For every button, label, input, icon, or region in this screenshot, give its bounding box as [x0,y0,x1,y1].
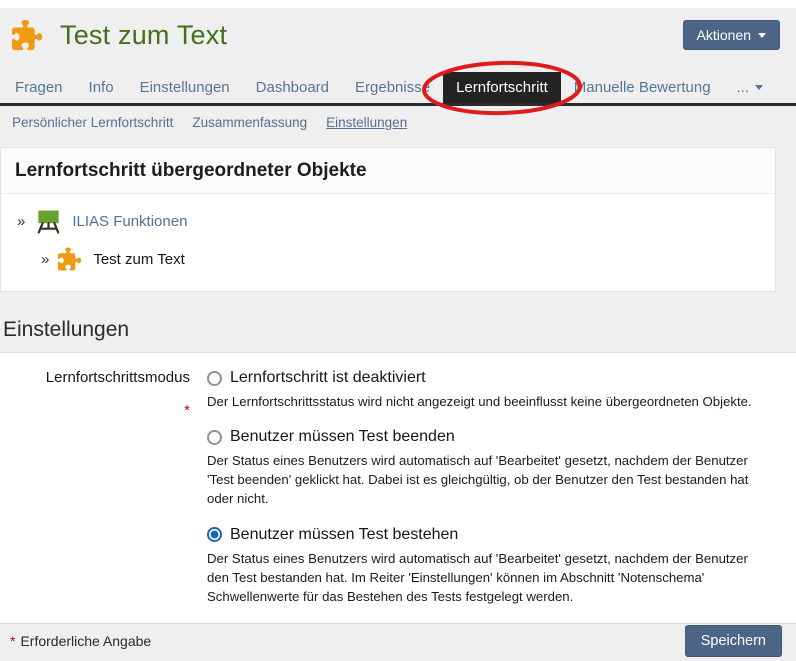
tree-bullet: » [41,251,49,268]
tree-row-ilias-funktionen: » ILIAS Funktionen [1,202,775,241]
option-test-beenden: Benutzer müssen Test beenden Der Status … [207,428,772,508]
option-label[interactable]: Benutzer müssen Test beenden [230,428,455,446]
header: Test zum Text Aktionen [0,8,796,58]
tab-bar: Fragen Info Einstellungen Dashboard Erge… [0,72,796,106]
form-footer: * Erforderliche Angabe Speichern [0,623,796,661]
caret-down-icon [755,85,763,90]
option-label[interactable]: Lernfortschritt ist deaktiviert [230,369,426,387]
subtab-bar: Persönlicher Lernfortschritt Zusammenfas… [0,106,796,141]
tab-einstellungen[interactable]: Einstellungen [127,72,243,103]
page-title: Test zum Text [60,20,227,51]
caret-down-icon [758,33,766,38]
parent-objects-tree: » ILIAS Funktionen » Test zum Text [1,194,775,291]
tree-label-test-zum-text: Test zum Text [93,251,184,268]
form-label-column: Lernfortschrittsmodus * [0,369,207,623]
parent-objects-card: Lernfortschritt übergeordneter Objekte »… [0,147,776,292]
subtab-persoenlicher-lernfortschritt[interactable]: Persönlicher Lernfortschritt [12,115,173,130]
option-label[interactable]: Benutzer müssen Test bestehen [230,526,458,544]
test-puzzle-icon [12,18,46,52]
required-marker: * [0,402,190,419]
tab-overflow-label: ... [737,79,750,96]
tree-row-test-zum-text: » Test zum Text [1,241,775,277]
tab-lernfortschritt-label: Lernfortschritt [456,79,548,96]
option-description: Der Status eines Benutzers wird automati… [207,451,772,508]
required-note: * Erforderliche Angabe [10,633,151,649]
settings-form: Lernfortschrittsmodus * Lernfortschritt … [0,352,796,623]
option-description: Der Lernfortschrittsstatus wird nicht an… [207,392,772,411]
option-description: Der Status eines Benutzers wird automati… [207,549,772,606]
subtab-zusammenfassung[interactable]: Zusammenfassung [192,115,307,130]
option-lernfortschritt-deaktiviert: Lernfortschritt ist deaktiviert Der Lern… [207,369,772,411]
save-button[interactable]: Speichern [685,625,782,657]
tree-bullet: » [17,213,25,230]
option-test-bestehen: Benutzer müssen Test bestehen Der Status… [207,526,772,606]
actions-button-label: Aktionen [697,27,751,43]
parent-objects-title: Lernfortschritt übergeordneter Objekte [1,148,775,194]
actions-button[interactable]: Aktionen [683,20,780,50]
radio-test-beenden[interactable] [207,430,222,445]
tab-ergebnisse[interactable]: Ergebnisse [342,72,443,103]
settings-section-title: Einstellungen [3,318,796,342]
field-label-lernfortschrittsmodus: Lernfortschrittsmodus [46,369,190,386]
radio-lernfortschritt-deaktiviert[interactable] [207,371,222,386]
tab-overflow-menu[interactable]: ... [724,72,777,103]
tab-info[interactable]: Info [76,72,127,103]
tree-link-ilias-funktionen[interactable]: ILIAS Funktionen [72,213,187,230]
radio-test-bestehen[interactable] [207,527,222,542]
tab-dashboard[interactable]: Dashboard [243,72,342,103]
required-note-text: Erforderliche Angabe [20,633,151,649]
save-button-label: Speichern [701,633,766,649]
form-input-column: Lernfortschritt ist deaktiviert Der Lern… [207,369,796,623]
required-marker: * [10,633,15,649]
subtab-einstellungen[interactable]: Einstellungen [326,115,407,130]
top-strip [0,0,796,8]
form-row-lernfortschrittsmodus: Lernfortschrittsmodus * Lernfortschritt … [0,369,796,623]
test-puzzle-icon [58,247,84,271]
tab-fragen[interactable]: Fragen [2,72,76,103]
tab-lernfortschritt[interactable]: Lernfortschritt [443,72,561,103]
tab-manuelle-bewertung[interactable]: Manuelle Bewertung [561,72,724,103]
category-board-icon [34,208,63,235]
